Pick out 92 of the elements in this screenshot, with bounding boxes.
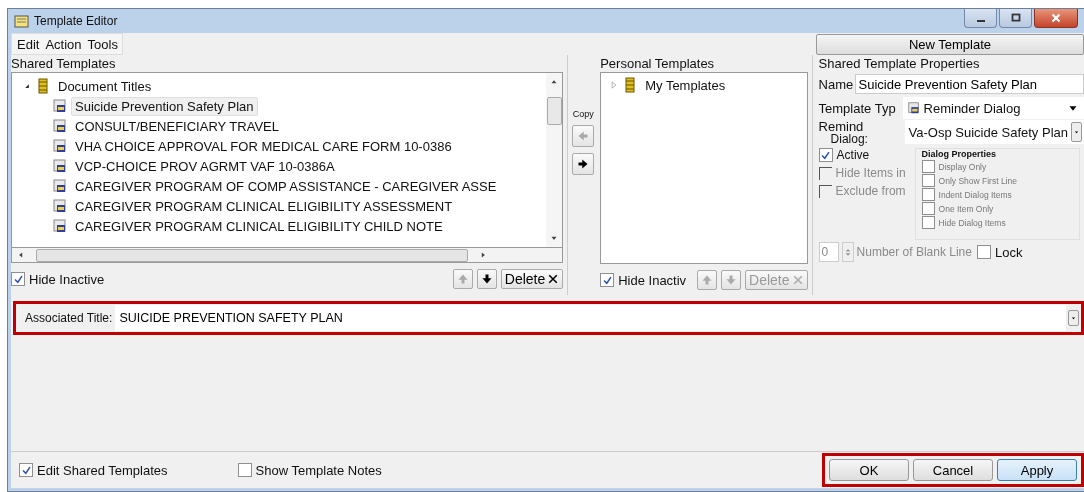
- vertical-scrollbar[interactable]: [546, 73, 563, 247]
- scroll-thumb[interactable]: [36, 248, 468, 262]
- arrow-icon: [577, 130, 590, 142]
- dialog-button[interactable]: Apply: [997, 459, 1077, 481]
- option-label: Edit Shared Templates: [37, 462, 168, 478]
- maximize-button[interactable]: [999, 9, 1032, 28]
- tree-item[interactable]: VCP-CHOICE PROV AGRMT VAF 10-0386A: [71, 156, 339, 176]
- spin-buttons[interactable]: [841, 242, 854, 262]
- name-field[interactable]: Suicide Prevention Safety Plan: [854, 74, 1084, 94]
- checkbox[interactable]: [11, 272, 25, 286]
- field-label: Dialog:: [829, 133, 869, 146]
- template-type-dropdown[interactable]: Reminder Dialog: [902, 97, 1084, 119]
- section-label: Personal Templates: [600, 55, 716, 72]
- field-label: Name: [818, 76, 855, 92]
- checkbox[interactable]: [921, 216, 935, 229]
- tree-item[interactable]: Document Titles: [54, 76, 156, 96]
- checkbox[interactable]: [19, 463, 33, 477]
- dialog-button[interactable]: Cancel: [913, 459, 993, 481]
- document-icon: [52, 138, 68, 154]
- checkbox[interactable]: [921, 202, 935, 215]
- tree-item[interactable]: CAREGIVER PROGRAM OF COMP ASSISTANCE - CAREGIVER ASSE: [71, 176, 501, 196]
- option-label: Hide Items in: [835, 166, 906, 180]
- document-icon: [52, 118, 68, 134]
- arrow-icon: [725, 274, 738, 286]
- document-icon: [52, 98, 68, 114]
- right-button[interactable]: [572, 153, 595, 175]
- document-icon: [52, 178, 68, 194]
- arrow-icon: [480, 273, 493, 285]
- field-label: Remind: [818, 120, 865, 133]
- scroll-thumb[interactable]: [546, 97, 562, 125]
- x-icon: [791, 274, 804, 286]
- checkbox[interactable]: [921, 188, 935, 201]
- section-label: Shared Templates: [11, 55, 117, 72]
- option-label: Show Template Notes: [255, 462, 382, 478]
- option-label: Display Only: [938, 161, 987, 172]
- arrow-icon: [577, 158, 590, 170]
- document-icon: [52, 218, 68, 234]
- option-label: One Item Only: [938, 203, 994, 214]
- blank-lines-label: Number of Blank Line: [856, 245, 972, 259]
- checkbox[interactable]: [237, 463, 252, 477]
- copy-label: Copy: [572, 109, 594, 119]
- check-icon: [820, 149, 832, 161]
- section-label: Shared Template Properties: [818, 55, 981, 72]
- tree-item[interactable]: My Templates: [641, 75, 730, 95]
- window-title: Template Editor: [34, 14, 119, 28]
- dialog-button[interactable]: OK: [829, 459, 909, 481]
- checkbox[interactable]: [600, 273, 615, 287]
- tree-item[interactable]: VHA CHOICE APPROVAL FOR MEDICAL CARE FORM 10-0386: [71, 136, 456, 156]
- menu-item[interactable]: Edit: [17, 37, 40, 52]
- hide-inactive-label: Hide Inactiv: [618, 272, 687, 288]
- document-icon: [906, 101, 921, 115]
- tree-item[interactable]: Suicide Prevention Safety Plan: [71, 96, 258, 116]
- tree-item[interactable]: CONSULT/BENEFICIARY TRAVEL: [71, 116, 283, 136]
- tree-item[interactable]: CAREGIVER PROGRAM CLINICAL ELIGIBILITY CHILD NOTE: [71, 216, 447, 236]
- dropdown-button[interactable]: [1068, 310, 1079, 326]
- checkbox[interactable]: [976, 245, 991, 259]
- blank-lines-field[interactable]: 0: [818, 242, 839, 262]
- option-label: Only Show First Line: [938, 175, 1017, 186]
- option-label: Indent Dialog Items: [938, 189, 1012, 200]
- hide-inactive-label: Hide Inactive: [29, 271, 105, 287]
- field-label: Template Typ: [818, 100, 897, 116]
- close-icon: [1049, 11, 1063, 25]
- x-icon: [547, 273, 560, 285]
- document-icon: [52, 198, 68, 214]
- folder-icon: [35, 78, 51, 94]
- menu-item[interactable]: Tools: [87, 37, 118, 52]
- check-icon: [601, 274, 613, 286]
- lock-label: Lock: [994, 244, 1023, 260]
- checkbox[interactable]: [921, 174, 935, 187]
- close-button[interactable]: [1034, 9, 1078, 28]
- associated-title-field[interactable]: SUICIDE PREVENTION SAFETY PLAN: [115, 305, 1066, 331]
- checkbox[interactable]: [818, 148, 833, 162]
- check-icon: [20, 464, 32, 476]
- option-label: Active: [836, 148, 870, 162]
- arrow-icon: [701, 274, 714, 286]
- checkbox[interactable]: [921, 160, 935, 173]
- arrow-icon: [456, 273, 469, 285]
- check-icon: [12, 273, 24, 285]
- down-button[interactable]: [476, 269, 497, 289]
- option-label: Exclude from: [835, 184, 906, 198]
- minimize-icon: [976, 20, 985, 22]
- tree-item[interactable]: CAREGIVER PROGRAM CLINICAL ELIGIBILITY ASSESSMENT: [71, 196, 457, 216]
- option-label: Hide Dialog Items: [938, 217, 1006, 228]
- minimize-button[interactable]: [964, 9, 997, 28]
- group-title: Dialog Properties: [921, 149, 998, 159]
- new-template-button[interactable]: New Template: [816, 34, 1084, 55]
- document-icon: [52, 158, 68, 174]
- notepad-icon: [14, 13, 30, 29]
- menu-item[interactable]: Action: [45, 37, 82, 52]
- dialog-select-field[interactable]: Va-Osp Suicide Safety Plan: [904, 120, 1084, 144]
- delete-button[interactable]: Delete: [500, 269, 564, 289]
- horizontal-scrollbar[interactable]: [11, 248, 564, 263]
